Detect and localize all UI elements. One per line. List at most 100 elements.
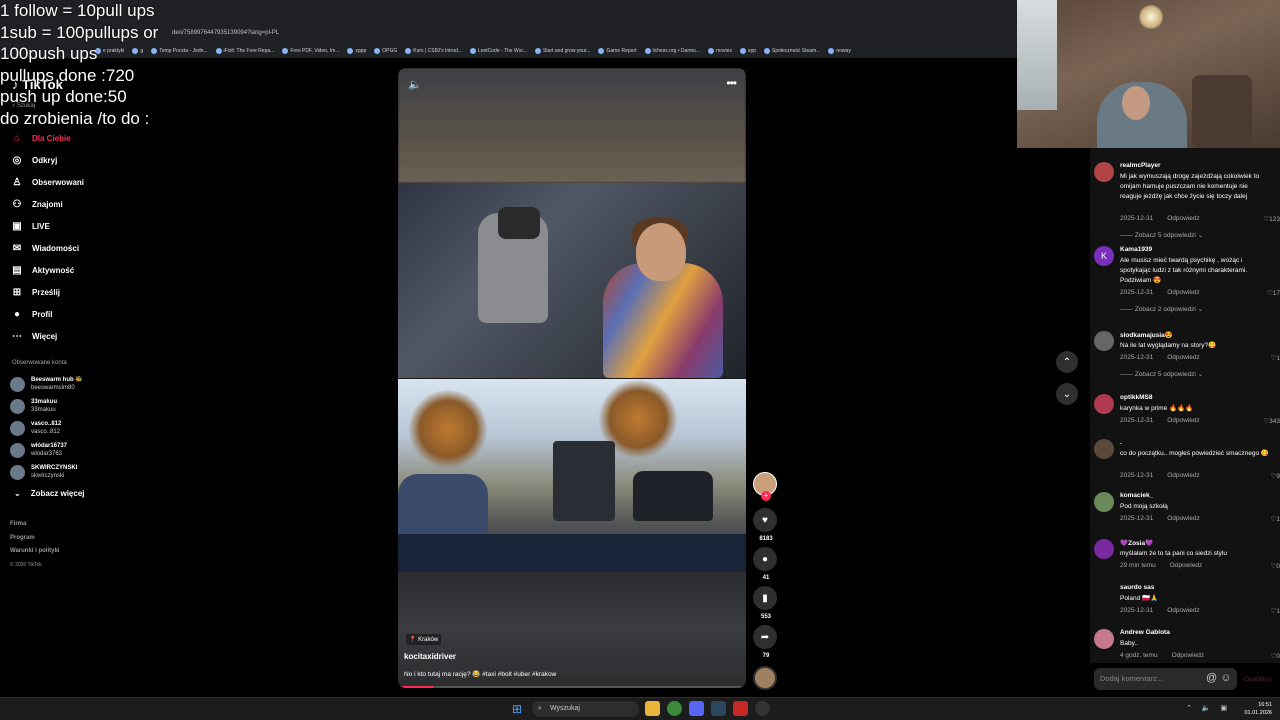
video-author[interactable]: kocitaxidriver xyxy=(404,652,456,661)
view-replies-button[interactable]: —— Zobacz 5 odpowiedzi ⌄ xyxy=(1120,370,1203,378)
avatar[interactable] xyxy=(1094,539,1114,559)
avatar[interactable] xyxy=(1094,492,1114,512)
sidebar-item-aktywno-[interactable]: ▤ Aktywność xyxy=(10,259,140,281)
avatar[interactable] xyxy=(1094,584,1114,604)
bookmark-item[interactable]: lichess.org • Darmo... xyxy=(644,47,700,54)
bookmark-item[interactable]: xppp xyxy=(347,47,366,54)
reply-button[interactable]: Odpowiedz xyxy=(1167,417,1200,424)
comment-username[interactable]: slodkamajusia😍 xyxy=(1120,331,1173,339)
sidebar-item-prze-lij[interactable]: ⊞ Prześlij xyxy=(10,281,140,303)
comment-username[interactable]: Kama1939 xyxy=(1120,246,1152,253)
sidebar-item-odkryj[interactable]: ◎ Odkryj xyxy=(10,149,140,171)
bookmark-item[interactable]: Temp Poczta - Jedn... xyxy=(151,47,208,54)
comment-like-button[interactable]: ♡0 xyxy=(1271,562,1280,570)
previous-video-button[interactable]: ⌃ xyxy=(1056,351,1078,373)
followed-account[interactable]: SKWIRCZYNSKI skwirczynski xyxy=(10,461,140,483)
footer-link[interactable]: Program xyxy=(10,532,59,546)
comment-like-button[interactable]: ♡0 xyxy=(1271,652,1280,660)
comment-like-button[interactable]: ♡1 xyxy=(1271,515,1280,523)
reply-button[interactable]: Odpowiedz xyxy=(1170,562,1203,569)
reply-button[interactable]: Odpowiedz xyxy=(1167,472,1200,479)
reply-button[interactable]: Odpowiedz xyxy=(1167,515,1200,522)
reply-button[interactable]: Odpowiedz xyxy=(1167,354,1200,361)
followed-account[interactable]: vasco..812 vasco..812 xyxy=(10,417,140,439)
sidebar-item-profil[interactable]: ● Profil xyxy=(10,303,140,325)
followed-account[interactable]: Beeswarm hub 🐝 beeswarmsim80 xyxy=(10,373,140,395)
reply-button[interactable]: Odpowiedz xyxy=(1172,652,1205,659)
bookmark-item[interactable]: Free PDF, Video, Im... xyxy=(282,47,339,54)
comment-like-button[interactable]: ♡123 xyxy=(1263,215,1280,223)
bookmark-item[interactable]: xpp xyxy=(739,47,756,54)
sidebar-item-dla-ciebie[interactable]: ⌂ Dla Ciebie xyxy=(10,127,140,149)
discord-icon[interactable] xyxy=(689,701,704,716)
view-replies-button[interactable]: —— Zobacz 5 odpowiedzi ⌄ xyxy=(1120,231,1203,239)
bookmark-item[interactable]: OPGG xyxy=(374,47,397,54)
comment-username[interactable]: . xyxy=(1120,439,1122,446)
author-avatar[interactable]: + xyxy=(753,472,777,501)
avatar[interactable] xyxy=(1094,394,1114,414)
bookmark-item[interactable]: LeetCode - The Wor... xyxy=(469,47,527,54)
address-bar[interactable]: deo/7589976447935139094?lang=pl-PL xyxy=(150,26,1010,40)
post-comment-button[interactable]: Opublikuj xyxy=(1244,676,1271,683)
share-button[interactable]: ➦ xyxy=(753,625,777,649)
comment-like-button[interactable]: ♡9 xyxy=(1271,472,1280,480)
sidebar-item-live[interactable]: ▣ LIVE xyxy=(10,215,140,237)
footer-link[interactable]: Warunki i polityki xyxy=(10,545,59,559)
bookmark-item[interactable]: Start and grow your... xyxy=(534,47,590,54)
chrome-icon[interactable] xyxy=(667,701,682,716)
steam-icon[interactable] xyxy=(711,701,726,716)
music-disc-icon[interactable] xyxy=(753,666,777,690)
followed-account[interactable]: 33makuu 33makuu xyxy=(10,395,140,417)
bookmark-item[interactable]: Kurs | CS50's Introd... xyxy=(405,47,462,54)
bookmark-item[interactable]: movies xyxy=(708,47,732,54)
taskbar-search[interactable]: ⌕ Wyszukaj xyxy=(532,701,639,717)
reply-button[interactable]: Odpowiedz xyxy=(1167,215,1200,222)
comment-username[interactable]: Andrew Gablota xyxy=(1120,629,1170,636)
bookmark-item[interactable]: noway xyxy=(828,47,851,54)
avatar[interactable] xyxy=(1094,331,1114,351)
comment-username[interactable]: realmcPlayer xyxy=(1120,162,1160,169)
sidebar-item-znajomi[interactable]: ⚇ Znajomi xyxy=(10,193,140,215)
sidebar-item-obserwowani[interactable]: ♙ Obserwowani xyxy=(10,171,140,193)
windows-start-icon[interactable]: ⊞ xyxy=(512,702,522,716)
comment-like-button[interactable]: ♡17 xyxy=(1267,289,1280,297)
footer-link[interactable]: Firma xyxy=(10,518,59,532)
bookmark-item[interactable]: Społeczność Steam... xyxy=(764,47,820,54)
next-video-button[interactable]: ⌄ xyxy=(1056,383,1078,405)
system-tray-icons[interactable]: ⌃ 🔈 ▣ xyxy=(1186,704,1231,712)
avatar[interactable]: K xyxy=(1094,246,1114,266)
volume-icon[interactable]: 🔈 xyxy=(408,78,422,91)
mention-icon[interactable]: @ xyxy=(1206,672,1217,684)
emoji-icon[interactable]: ☺ xyxy=(1220,672,1231,684)
comment-like-button[interactable]: ♡343 xyxy=(1263,417,1280,425)
sidebar-item-wiadomo-ci[interactable]: ✉ Wiadomości xyxy=(10,237,140,259)
comment-username[interactable]: optikkMS8 xyxy=(1120,394,1153,401)
comment-username[interactable]: 💜Zosia💜 xyxy=(1120,539,1153,547)
followed-account[interactable]: włódar16737 wlodar3763 xyxy=(10,439,140,461)
bookmark-item[interactable]: iFixit: The Free Repa... xyxy=(215,47,274,54)
bookmark-item[interactable]: Game Report xyxy=(598,47,637,54)
comment-button[interactable]: ● xyxy=(753,547,777,571)
file-explorer-icon[interactable] xyxy=(645,701,660,716)
obs-icon[interactable] xyxy=(755,701,770,716)
avatar[interactable] xyxy=(1094,162,1114,182)
more-options-icon[interactable]: ••• xyxy=(726,76,737,90)
comment-like-button[interactable]: ♡1 xyxy=(1271,354,1280,362)
sidebar-item-wi-cej[interactable]: ⋯ Więcej xyxy=(10,325,140,347)
avatar[interactable] xyxy=(1094,439,1114,459)
comment-username[interactable]: saurdo sas xyxy=(1120,584,1154,591)
follow-plus-icon[interactable]: + xyxy=(761,491,771,501)
save-button[interactable]: ▮ xyxy=(753,586,777,610)
comment-like-button[interactable]: ♡1 xyxy=(1271,607,1280,615)
video-progress-bar[interactable] xyxy=(398,686,746,688)
avatar[interactable] xyxy=(1094,629,1114,649)
reply-button[interactable]: Odpowiedz xyxy=(1167,607,1200,614)
comment-username[interactable]: komaciek_ xyxy=(1120,492,1153,499)
location-tag[interactable]: 📍 Kraków xyxy=(406,634,442,645)
see-more-button[interactable]: ⌄ Zobacz więcej xyxy=(10,483,140,503)
view-replies-button[interactable]: —— Zobacz 2 odpowiedzi ⌄ xyxy=(1120,305,1203,313)
video-player[interactable]: 🔈 ••• 📍 Kraków kocitaxidriver No i kto t… xyxy=(398,68,746,688)
like-button[interactable]: ♥ xyxy=(753,508,777,532)
app-icon[interactable] xyxy=(733,701,748,716)
taskbar-clock[interactable]: 16:51 01.01.2026 xyxy=(1240,701,1272,717)
